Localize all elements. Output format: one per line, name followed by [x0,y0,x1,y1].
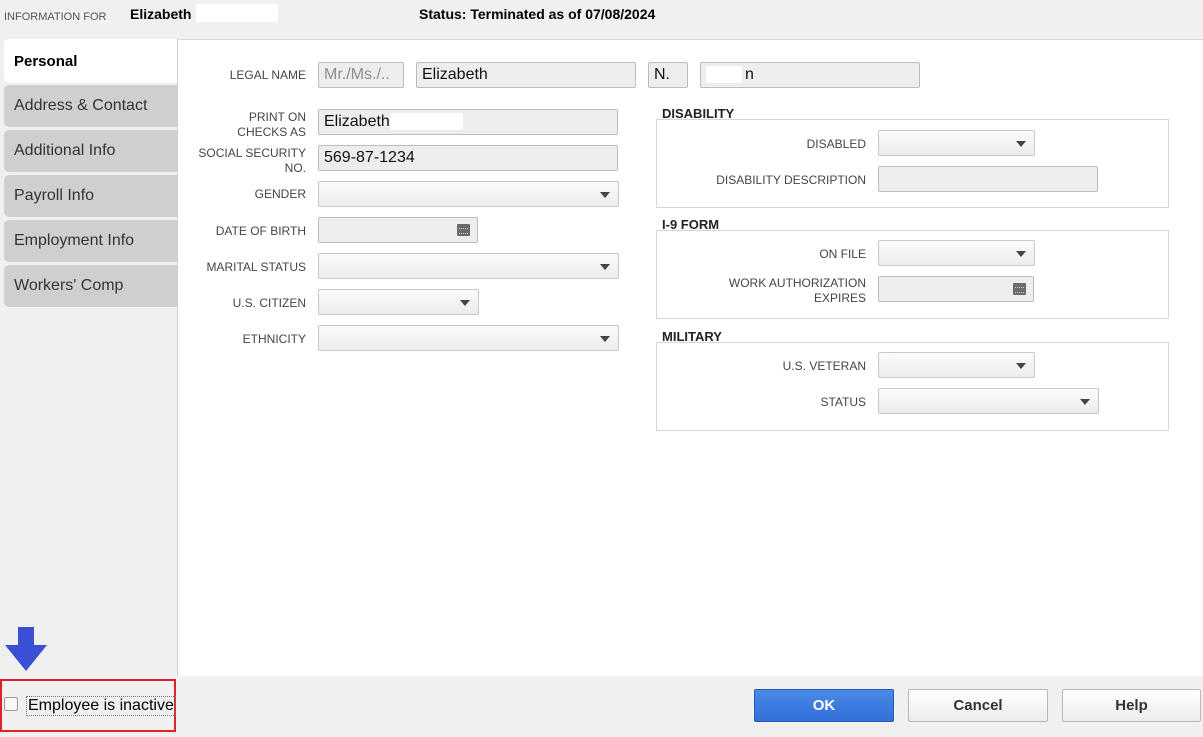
tab-additional-info[interactable]: Additional Info [4,130,178,172]
chevron-down-icon [600,336,610,342]
work-authorization-label: WORK AUTHORIZATION EXPIRES [728,276,866,305]
information-for-label: INFORMATION FOR [4,11,107,23]
employee-inactive-checkbox[interactable] [4,697,18,711]
gender-label: GENDER [254,187,306,201]
dob-label: DATE OF BIRTH [215,224,306,238]
calendar-icon[interactable] [1013,283,1026,295]
military-title: MILITARY [662,329,722,344]
ethnicity-select[interactable] [318,325,619,351]
marital-status-select[interactable] [318,253,619,279]
legal-name-label: LEGAL NAME [229,68,306,82]
us-citizen-select[interactable] [318,289,479,315]
employment-status: Status: Terminated as of 07/08/2024 [419,6,656,22]
ssn-label: SOCIAL SECURITY NO. [198,146,306,175]
tab-employment-info[interactable]: Employment Info [4,220,178,262]
disability-title: DISABILITY [662,106,735,121]
employee-inactive-label[interactable]: Employee is inactive [26,696,176,716]
first-name-field[interactable]: Elizabeth [416,62,636,88]
us-veteran-select[interactable] [878,352,1035,378]
tab-label: Address & Contact [14,97,148,114]
chevron-down-icon [1016,363,1026,369]
calendar-icon[interactable] [457,224,470,236]
i9-title: I-9 FORM [662,217,720,232]
military-status-select[interactable] [878,388,1099,414]
tab-label: Workers' Comp [14,277,124,294]
arrow-down-icon [5,627,47,671]
last-name-value: n [745,66,754,83]
on-file-select[interactable] [878,240,1035,266]
gender-select[interactable] [318,181,619,207]
work-authorization-date[interactable] [878,276,1034,302]
ok-button[interactable]: OK [754,689,894,722]
name-redaction [196,4,278,22]
disability-description-field[interactable] [878,166,1098,192]
on-file-label: ON FILE [819,247,866,261]
print-on-checks-label: PRINT ON CHECKS AS [237,110,306,139]
title-field[interactable]: Mr./Ms./.. [318,62,404,88]
disability-description-label: DISABILITY DESCRIPTION [716,173,866,187]
chevron-down-icon [600,192,610,198]
chevron-down-icon [460,300,470,306]
help-button[interactable]: Help [1062,689,1201,722]
ethnicity-label: ETHNICITY [242,332,306,346]
tab-label: Employment Info [14,232,135,249]
last-name-redaction [706,66,742,83]
chevron-down-icon [1080,399,1090,405]
tab-address-contact[interactable]: Address & Contact [4,85,178,127]
tab-label: Personal [14,52,78,70]
marital-status-label: MARITAL STATUS [206,260,306,274]
tab-personal[interactable]: Personal [4,39,178,83]
middle-initial-field[interactable]: N. [648,62,688,88]
print-on-checks-field[interactable]: Elizabeth [318,109,618,135]
print-name-redaction [390,113,463,130]
dob-field[interactable] [318,217,478,243]
military-status-label: STATUS [820,395,866,409]
tab-label: Additional Info [14,142,116,159]
us-veteran-label: U.S. VETERAN [782,359,866,373]
tab-label: Payroll Info [14,187,95,204]
tab-payroll-info[interactable]: Payroll Info [4,175,178,217]
cancel-button[interactable]: Cancel [908,689,1048,722]
disabled-label: DISABLED [806,137,866,151]
ssn-field[interactable]: 569-87-1234 [318,145,618,171]
chevron-down-icon [1016,141,1026,147]
us-citizen-label: U.S. CITIZEN [232,296,306,310]
tab-workers-comp[interactable]: Workers' Comp [4,265,178,307]
disabled-select[interactable] [878,130,1035,156]
employee-name: Elizabeth [130,6,192,22]
chevron-down-icon [1016,251,1026,257]
chevron-down-icon [600,264,610,270]
